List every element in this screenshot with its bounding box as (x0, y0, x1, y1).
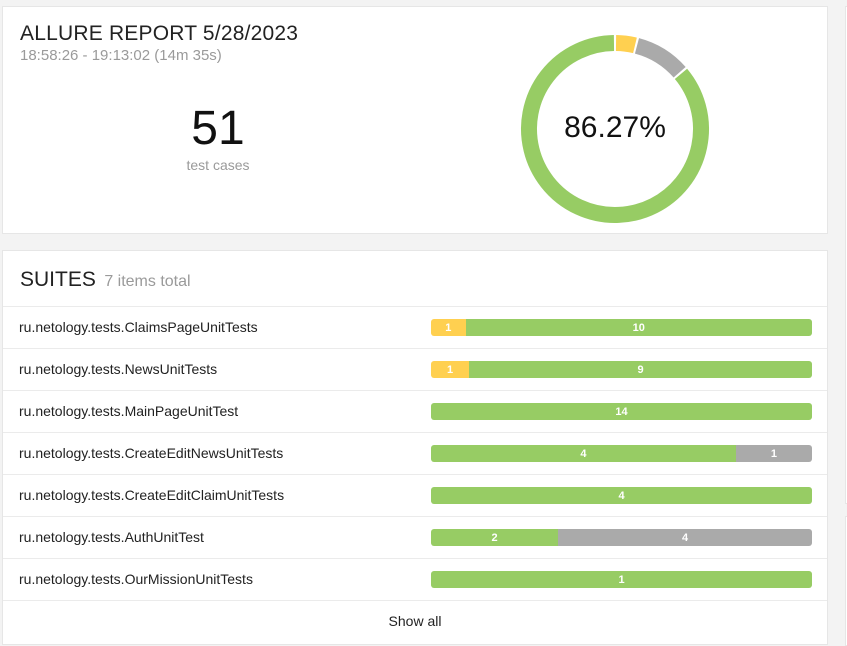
suite-status-bar[interactable]: 1 10 (431, 319, 812, 336)
suite-row[interactable]: ru.netology.tests.CreateEditClaimUnitTes… (3, 474, 827, 516)
suite-status-bar[interactable]: 1 (431, 571, 812, 588)
suites-title: SUITES (20, 268, 96, 291)
suites-header: SUITES 7 items total (20, 268, 191, 292)
summary-widget: ALLURE REPORT 5/28/2023 18:58:26 - 19:13… (2, 6, 828, 234)
suite-row[interactable]: ru.netology.tests.AuthUnitTest 2 4 (3, 516, 827, 558)
suites-total-count: 7 items total (104, 273, 191, 290)
suite-name: ru.netology.tests.MainPageUnitTest (19, 403, 239, 419)
report-title: ALLURE REPORT 5/28/2023 (20, 22, 299, 45)
suite-status-bar[interactable]: 41 (431, 445, 812, 462)
test-case-count-label: test cases (186, 157, 250, 173)
donut-slice-broken[interactable] (615, 35, 637, 54)
status-segment-skipped[interactable]: 1 (735, 445, 812, 462)
status-segment-passed[interactable]: 4 (431, 487, 812, 504)
suite-status-bar[interactable]: 24 (431, 529, 812, 546)
pass-rate-percent: 86.27% (564, 111, 666, 144)
suite-row[interactable]: ru.netology.tests.CreateEditNewsUnitTest… (3, 432, 827, 474)
suites-list: ru.netology.tests.ClaimsPageUnitTests 1 10… (3, 306, 827, 642)
suite-row[interactable]: ru.netology.tests.MainPageUnitTest 14 (3, 390, 827, 432)
test-case-count: 51 test cases (163, 102, 273, 174)
suite-name: ru.netology.tests.AuthUnitTest (19, 529, 204, 545)
suite-name: ru.netology.tests.NewsUnitTests (19, 361, 218, 377)
status-segment-broken[interactable]: 1 (431, 319, 466, 336)
suite-status-bar[interactable]: 4 (431, 487, 812, 504)
suite-status-bar[interactable]: 19 (431, 361, 812, 378)
show-all-row: Show all (3, 600, 827, 642)
status-segment-skipped[interactable]: 4 (558, 529, 812, 546)
suite-name: ru.netology.tests.CreateEditClaimUnitTes… (19, 487, 285, 503)
test-case-count-value: 51 (191, 102, 245, 155)
suite-name: ru.netology.tests.ClaimsPageUnitTests (19, 319, 258, 335)
status-segment-passed[interactable]: 14 (431, 403, 812, 420)
suite-row[interactable]: ru.netology.tests.NewsUnitTests 1 9 (3, 348, 827, 390)
status-segment-broken[interactable]: 1 (431, 361, 470, 378)
status-segment-passed[interactable]: 4 (431, 445, 736, 462)
suite-row[interactable]: ru.netology.tests.OurMissionUnitTests 1 (3, 558, 827, 600)
suite-name: ru.netology.tests.CreateEditNewsUnitTest… (19, 445, 284, 461)
status-segment-passed[interactable]: 9 (469, 361, 812, 378)
show-all-link[interactable]: Show all (389, 613, 442, 629)
report-time-range: 18:58:26 - 19:13:02 (14m 35s) (20, 47, 222, 64)
donut-slice-skipped[interactable] (634, 38, 686, 78)
suite-row[interactable]: ru.netology.tests.ClaimsPageUnitTests 1 10 (3, 306, 827, 348)
suites-widget: SUITES 7 items total ru.netology.tests.C… (2, 250, 828, 645)
status-segment-passed[interactable]: 10 (465, 319, 812, 336)
status-segment-passed[interactable]: 1 (431, 571, 812, 588)
suite-name: ru.netology.tests.OurMissionUnitTests (19, 571, 253, 587)
status-donut-chart[interactable]: 86.27% (515, 29, 715, 229)
status-segment-passed[interactable]: 2 (431, 529, 558, 546)
suite-status-bar[interactable]: 14 (431, 403, 812, 420)
